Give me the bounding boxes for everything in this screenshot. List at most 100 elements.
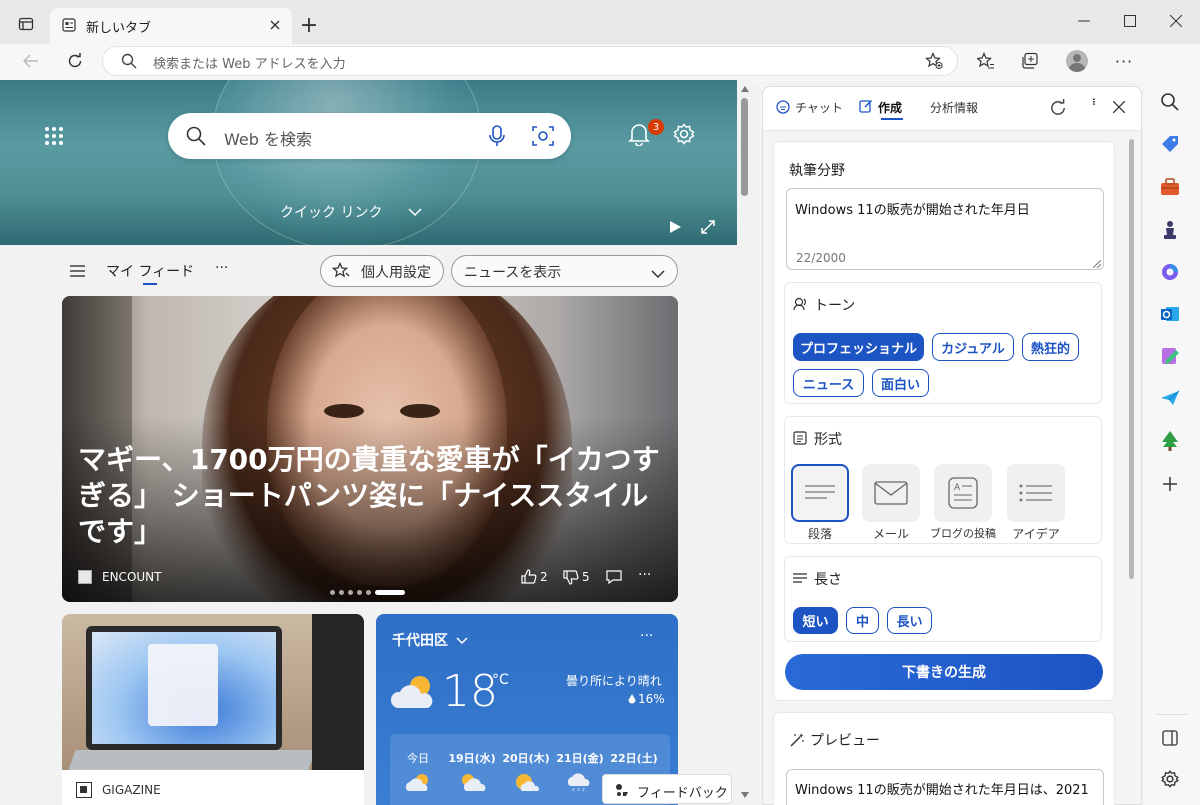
forecast-day[interactable]: 22日(土) <box>608 750 660 766</box>
topic-input[interactable]: Windows 11の販売が開始された年月日 22/2000 <box>786 188 1104 270</box>
microphone-icon[interactable] <box>488 125 506 151</box>
page-scrollbar[interactable] <box>737 80 753 805</box>
web-search-placeholder: Web を検索 <box>224 130 312 149</box>
length-icon <box>793 572 807 588</box>
close-window-icon[interactable] <box>1160 8 1192 34</box>
forecast-day[interactable]: 21日(金) <box>554 750 606 766</box>
story-headline[interactable]: マギー、1700万円の貴重な愛車が「イカつすぎる」 ショートパンツ姿に「ナイスス… <box>78 442 664 550</box>
sidebar-settings-icon[interactable] <box>1161 770 1179 792</box>
tools-briefcase-icon[interactable] <box>1160 178 1180 200</box>
forecast-day[interactable]: 19日(水) <box>446 750 498 766</box>
scroll-down-arrow[interactable] <box>741 792 749 798</box>
tone-casual[interactable]: カジュアル <box>932 333 1014 361</box>
sidebar-divider <box>1156 714 1188 715</box>
close-tab-icon[interactable] <box>264 14 286 36</box>
settings-gear-icon[interactable] <box>673 123 695 149</box>
chat-icon <box>776 100 790 118</box>
send-paper-plane-icon[interactable] <box>1160 390 1180 410</box>
story-more-icon[interactable]: ··· <box>638 567 651 583</box>
format-blog[interactable]: A <box>934 464 992 522</box>
like-icon[interactable] <box>521 569 537 588</box>
panel-more-icon[interactable]: ··· <box>1085 97 1101 104</box>
feed-more-icon[interactable]: ··· <box>215 260 228 276</box>
tab-chat[interactable]: チャット <box>795 99 843 116</box>
tab-actions-icon[interactable] <box>12 10 40 38</box>
apps-grid-icon[interactable] <box>44 126 64 150</box>
refresh-icon[interactable] <box>62 48 88 74</box>
hero-background: Web を検索 3 クイック リンク <box>0 80 737 250</box>
tree-icon[interactable] <box>1160 430 1180 456</box>
collections-icon[interactable] <box>1016 48 1044 74</box>
feedback-button[interactable]: フィードバック <box>602 774 732 804</box>
laptop-source[interactable]: GIGAZINE <box>102 783 161 797</box>
news-card-laptop[interactable]: GIGAZINE <box>62 614 364 805</box>
format-email[interactable] <box>862 464 920 522</box>
carousel-dots[interactable] <box>330 590 405 595</box>
tab-insights[interactable]: 分析情報 <box>930 99 978 116</box>
comment-icon[interactable] <box>606 570 622 588</box>
drop-icon[interactable] <box>1160 346 1180 370</box>
profile-avatar[interactable] <box>1066 50 1088 72</box>
play-icon[interactable] <box>668 220 682 238</box>
forecast-day[interactable]: 20日(木) <box>500 750 552 766</box>
address-bar[interactable]: 検索または Web アドレスを入力 <box>102 46 958 76</box>
forecast-day[interactable]: 今日 <box>392 750 444 766</box>
new-tab-page: Web を検索 3 クイック リンク マイ フィード ··· 個人用設定 ニュー… <box>0 80 740 805</box>
add-sidebar-app-icon[interactable] <box>1162 476 1178 496</box>
tone-enthusiastic[interactable]: 熱狂的 <box>1022 333 1079 361</box>
length-section: 長さ 短い 中 長い <box>784 556 1102 642</box>
personalize-star-icon <box>331 261 350 284</box>
source-logo <box>78 570 92 584</box>
gigazine-logo <box>76 782 92 798</box>
quick-links-label[interactable]: クイック リンク <box>280 202 382 222</box>
show-news-label: ニュースを表示 <box>464 265 562 281</box>
tone-funny[interactable]: 面白い <box>872 369 929 397</box>
add-favorite-icon[interactable] <box>925 52 943 74</box>
edge-sidebar <box>1144 44 1200 805</box>
length-short[interactable]: 短い <box>793 607 838 634</box>
panel-scrollbar[interactable] <box>1129 139 1134 579</box>
format-paragraph[interactable] <box>791 464 849 522</box>
hide-sidebar-icon[interactable] <box>1162 730 1178 750</box>
show-news-dropdown[interactable]: ニュースを表示 <box>451 255 678 287</box>
refresh-icon[interactable] <box>1049 99 1067 121</box>
dislike-icon[interactable] <box>563 570 579 589</box>
my-feed-tab[interactable]: マイ フィード <box>106 261 194 281</box>
outlook-icon[interactable] <box>1160 304 1180 328</box>
maximize-icon[interactable] <box>1114 8 1146 34</box>
tab-new-tab[interactable]: 新しいタブ <box>50 8 292 44</box>
tab-compose[interactable]: 作成 <box>878 99 902 116</box>
tone-professional[interactable]: プロフェッショナル <box>793 333 924 361</box>
visual-search-icon[interactable] <box>532 125 554 151</box>
more-menu-icon[interactable]: ··· <box>1110 48 1138 74</box>
scroll-thumb[interactable] <box>741 98 748 196</box>
weather-more-icon[interactable]: ··· <box>640 628 653 644</box>
notification-badge: 3 <box>648 119 664 135</box>
story-source[interactable]: ENCOUNT <box>102 570 161 584</box>
chevron-down-icon[interactable] <box>408 206 422 221</box>
shopping-tag-icon[interactable] <box>1160 134 1180 158</box>
personalize-button[interactable]: 個人用設定 <box>320 255 444 287</box>
resize-handle-icon[interactable] <box>1092 257 1102 272</box>
new-tab-button[interactable]: + <box>296 12 322 38</box>
close-panel-icon[interactable] <box>1112 100 1126 117</box>
chevron-down-icon[interactable] <box>456 634 468 649</box>
tone-news[interactable]: ニュース <box>793 369 864 397</box>
main-story-card[interactable]: マギー、1700万円の貴重な愛車が「イカつすぎる」 ショートパンツ姿に「ナイスス… <box>62 296 678 602</box>
expand-icon[interactable] <box>700 219 716 239</box>
length-medium[interactable]: 中 <box>846 607 879 634</box>
weather-location[interactable]: 千代田区 <box>392 630 448 650</box>
scroll-up-arrow[interactable] <box>741 86 749 92</box>
generate-draft-button[interactable]: 下書きの生成 <box>785 654 1103 690</box>
format-ideas[interactable] <box>1007 464 1065 522</box>
favorites-icon[interactable] <box>972 48 1000 74</box>
notifications-icon[interactable] <box>628 122 650 150</box>
games-chess-icon[interactable] <box>1161 220 1179 244</box>
length-long[interactable]: 長い <box>887 607 932 634</box>
minimize-icon[interactable] <box>1068 8 1100 34</box>
search-icon[interactable] <box>1160 92 1180 116</box>
back-icon[interactable] <box>18 48 44 74</box>
web-search-box[interactable]: Web を検索 <box>168 113 571 159</box>
microsoft-365-icon[interactable] <box>1160 262 1180 286</box>
menu-icon[interactable] <box>70 264 86 282</box>
